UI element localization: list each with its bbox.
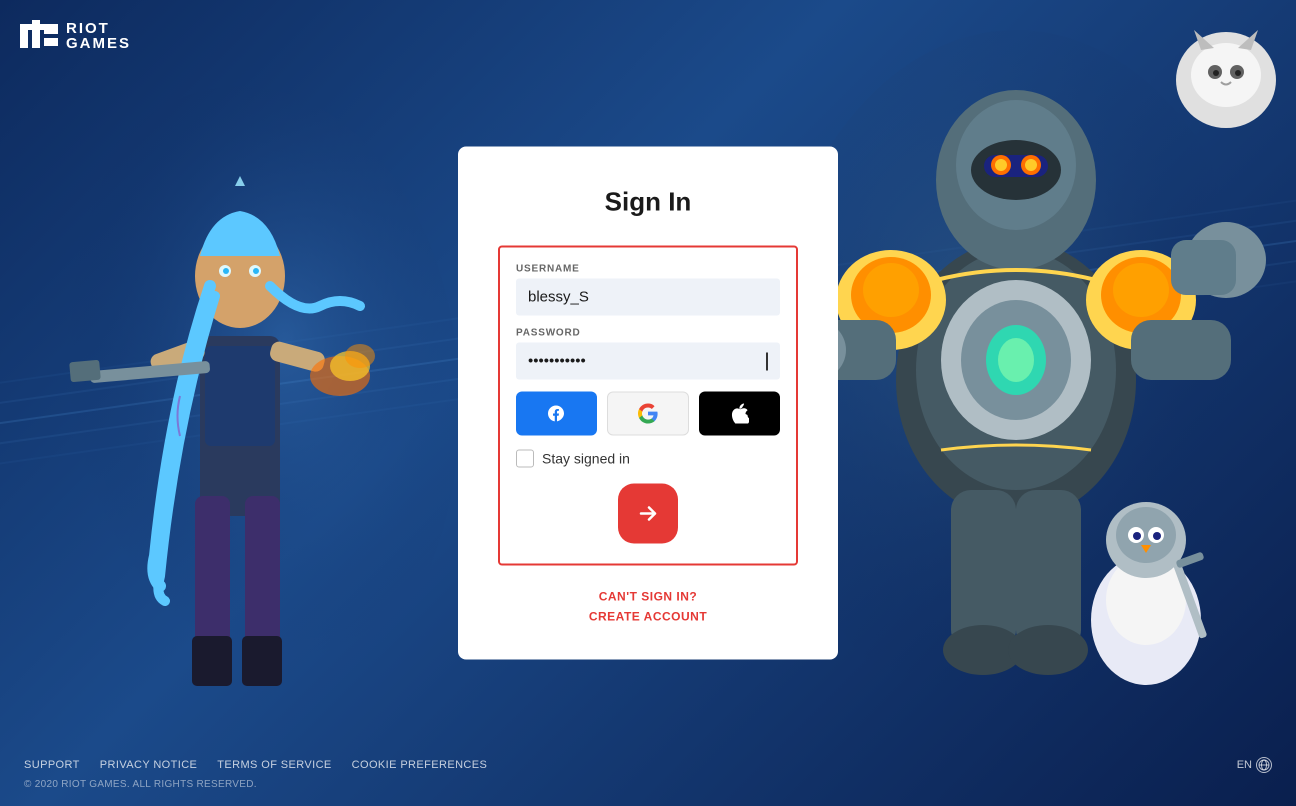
support-link[interactable]: SUPPORT — [24, 759, 80, 771]
logo-text: RIOT GAMES — [66, 21, 131, 51]
username-label: USERNAME — [516, 264, 780, 275]
copyright: © 2020 RIOT GAMES. ALL RIGHTS RESERVED. — [24, 779, 1272, 790]
apple-signin-button[interactable] — [699, 392, 780, 436]
terms-link[interactable]: TERMS OF SERVICE — [217, 759, 331, 771]
lang-label: EN — [1237, 759, 1252, 771]
stay-signed-in-row: Stay signed in — [516, 450, 780, 468]
create-account-link[interactable]: CREATE ACCOUNT — [589, 610, 707, 624]
facebook-icon — [546, 404, 566, 424]
sign-in-title: Sign In — [605, 187, 692, 218]
username-input[interactable] — [516, 279, 780, 316]
password-input[interactable] — [516, 343, 780, 380]
login-card: Sign In USERNAME PASSWORD — [458, 147, 838, 660]
cookie-link[interactable]: COOKIE PREFERENCES — [352, 759, 488, 771]
language-selector[interactable]: EN — [1237, 757, 1272, 773]
submit-button[interactable] — [618, 484, 678, 544]
google-icon — [638, 404, 658, 424]
apple-icon — [731, 404, 749, 424]
facebook-signin-button[interactable] — [516, 392, 597, 436]
riot-logo-icon — [20, 20, 58, 52]
character-left — [0, 56, 480, 756]
footer-links: SUPPORT PRIVACY NOTICE TERMS OF SERVICE … — [24, 757, 1272, 773]
privacy-link[interactable]: PRIVACY NOTICE — [100, 759, 198, 771]
password-cursor — [766, 352, 768, 370]
stay-signed-in-checkbox[interactable] — [516, 450, 534, 468]
social-buttons — [516, 392, 780, 436]
arrow-right-icon — [636, 502, 660, 526]
login-form-section: USERNAME PASSWORD — [498, 246, 798, 566]
google-signin-button[interactable] — [607, 392, 690, 436]
footer: SUPPORT PRIVACY NOTICE TERMS OF SERVICE … — [0, 757, 1296, 790]
username-field-group: USERNAME — [516, 264, 780, 316]
globe-icon — [1256, 757, 1272, 773]
password-label: PASSWORD — [516, 328, 780, 339]
stay-signed-in-label: Stay signed in — [542, 451, 630, 467]
password-wrapper — [516, 343, 780, 380]
cant-sign-in-link[interactable]: CAN'T SIGN IN? — [589, 590, 707, 604]
password-field-group: PASSWORD — [516, 328, 780, 380]
logo: RIOT GAMES — [20, 20, 131, 52]
